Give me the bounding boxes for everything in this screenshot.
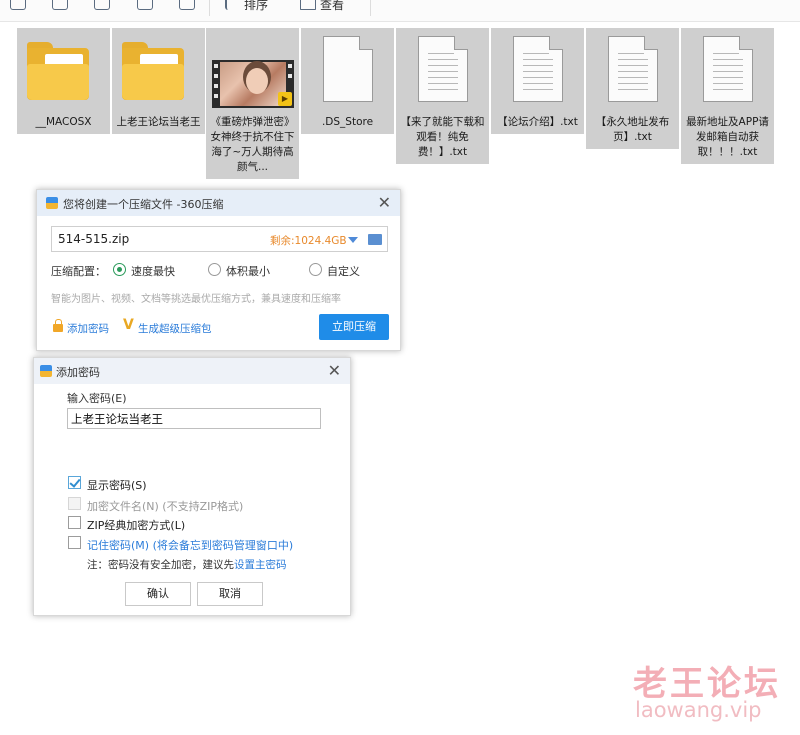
file-name: 上老王论坛当老王	[116, 116, 201, 128]
set-master-password-link[interactable]: 设置主密码	[234, 559, 287, 571]
play-badge-icon: ▶	[278, 92, 292, 106]
dialog-titlebar[interactable]: 添加密码 ✕	[34, 358, 350, 384]
encrypt-filenames-checkbox	[68, 497, 81, 510]
add-password-dialog: 添加密码 ✕ 输入密码(E) 上老王论坛当老王 显示密码(S) 加密文件名(N)…	[33, 357, 351, 616]
compression-config-label: 压缩配置：	[51, 265, 106, 278]
free-space-label: 剩余:1024.4GB	[270, 235, 347, 247]
file-item[interactable]: 上老王论坛当老王	[112, 28, 205, 134]
file-name: 【永久地址发布页】.txt	[595, 116, 670, 143]
zip-classic-encryption-checkbox[interactable]	[68, 516, 81, 529]
browse-folder-icon[interactable]	[368, 234, 382, 245]
archive-app-icon	[40, 365, 52, 377]
radio-custom[interactable]	[309, 263, 322, 276]
file-item[interactable]: 最新地址及APP请发邮箱自动获取！！！.txt	[681, 28, 774, 164]
file-name: 【来了就能下载和观看！纯免费！】.txt	[400, 116, 485, 158]
encrypt-filenames-label: 加密文件名(N) (不支持ZIP格式)	[87, 500, 244, 513]
dialog-title: 您将创建一个压缩文件 -360压缩	[63, 198, 224, 211]
file-name: 【论坛介绍】.txt	[497, 116, 578, 128]
radio-speed-fastest-label[interactable]: 速度最快	[131, 263, 175, 279]
password-input-label: 输入密码(E)	[67, 392, 127, 405]
dialog-titlebar[interactable]: 您将创建一个压缩文件 -360压缩 ✕	[37, 190, 400, 216]
delete-icon[interactable]	[179, 0, 195, 10]
paste-icon[interactable]	[94, 0, 110, 10]
view-icon[interactable]	[300, 0, 316, 10]
sort-button[interactable]: 排序	[244, 0, 268, 13]
add-password-link[interactable]: 添加密码	[67, 321, 109, 336]
radio-custom-label[interactable]: 自定义	[327, 263, 360, 279]
toolbar-divider	[370, 0, 371, 16]
file-item[interactable]: 【永久地址发布页】.txt	[586, 28, 679, 149]
archive-app-icon	[46, 197, 58, 209]
text-file-icon	[491, 28, 584, 113]
remember-password-checkbox[interactable]	[68, 536, 81, 549]
show-password-checkbox[interactable]	[68, 476, 81, 489]
file-item[interactable]: 【来了就能下载和观看！纯免费！】.txt	[396, 28, 489, 164]
sort-icon[interactable]	[225, 0, 241, 10]
security-note: 注：密码没有安全加密，建议先设置主密码	[87, 557, 287, 572]
view-button[interactable]: 查看	[320, 0, 344, 13]
toolbar-divider	[209, 0, 210, 16]
close-icon[interactable]: ✕	[378, 193, 391, 212]
zip-classic-encryption-label[interactable]: ZIP经典加密方式(L)	[87, 517, 185, 533]
radio-size-smallest[interactable]	[208, 263, 221, 276]
cancel-button[interactable]: 取消	[197, 582, 263, 606]
cut-icon[interactable]	[10, 0, 26, 10]
file-name: 最新地址及APP请发邮箱自动获取！！！.txt	[686, 116, 769, 158]
create-archive-dialog: 您将创建一个压缩文件 -360压缩 ✕ 514-515.zip 剩余:1024.…	[36, 189, 401, 351]
radio-speed-fastest[interactable]	[113, 263, 126, 276]
file-item[interactable]: 【论坛介绍】.txt	[491, 28, 584, 134]
explorer-toolbar: 排序 查看	[0, 0, 800, 22]
text-file-icon	[586, 28, 679, 113]
file-item[interactable]: .DS_Store	[301, 28, 394, 134]
archive-filename[interactable]: 514-515.zip	[58, 232, 129, 246]
file-item[interactable]: ▶ 《重磅炸弹泄密》女神终于抗不住下海了~万人期待高颜气...	[206, 28, 299, 179]
compression-hint: 智能为图片、视频、文档等挑选最优压缩方式，兼具速度和压缩率	[51, 294, 341, 305]
watermark-url: laowang.vip	[635, 698, 762, 722]
super-pack-link[interactable]: 生成超级压缩包	[138, 321, 212, 336]
rename-icon[interactable]	[137, 0, 153, 10]
dialog-title: 添加密码	[56, 366, 100, 379]
text-file-icon	[396, 28, 489, 113]
password-input[interactable]: 上老王论坛当老王	[67, 408, 321, 429]
blank-file-icon	[301, 28, 394, 113]
radio-size-smallest-label[interactable]: 体积最小	[226, 263, 270, 279]
compress-now-button[interactable]: 立即压缩	[319, 314, 389, 340]
show-password-label[interactable]: 显示密码(S)	[87, 477, 147, 493]
folder-icon	[17, 28, 110, 113]
file-name: .DS_Store	[321, 116, 374, 128]
file-name: __MACOSX	[35, 116, 92, 128]
archive-filename-field[interactable]: 514-515.zip 剩余:1024.4GB	[51, 226, 388, 252]
super-pack-icon: V	[123, 317, 134, 333]
video-thumbnail: ▶	[206, 28, 299, 113]
copy-icon[interactable]	[52, 0, 68, 10]
file-name: 《重磅炸弹泄密》女神终于抗不住下海了~万人期待高颜气...	[210, 116, 295, 173]
text-file-icon	[681, 28, 774, 113]
lock-icon	[53, 319, 63, 332]
ok-button[interactable]: 确认	[125, 582, 191, 606]
chevron-down-icon[interactable]	[348, 237, 358, 243]
folder-icon	[112, 28, 205, 113]
file-item[interactable]: __MACOSX	[17, 28, 110, 134]
security-note-text: 注：密码没有安全加密，建议先	[87, 559, 234, 571]
remember-password-label[interactable]: 记住密码(M) (将会备忘到密码管理窗口中)	[87, 537, 293, 553]
close-icon[interactable]: ✕	[328, 361, 341, 380]
